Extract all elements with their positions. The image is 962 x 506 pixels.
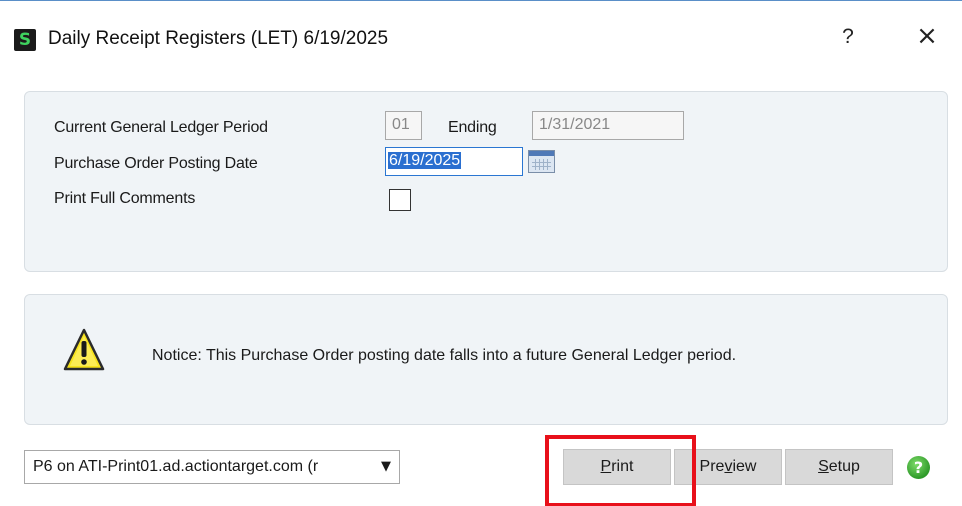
print-full-comments-label: Print Full Comments: [54, 190, 196, 207]
preview-button[interactable]: Preview: [674, 449, 782, 485]
notice-message: Notice: This Purchase Order posting date…: [152, 347, 737, 364]
calendar-icon[interactable]: [528, 150, 555, 173]
help-circle-icon[interactable]: ?: [907, 456, 930, 479]
dialog-window: S Daily Receipt Registers (LET) 6/19/202…: [0, 0, 962, 506]
preview-label-pre: Pre: [699, 458, 725, 475]
setup-label-rest: etup: [828, 458, 860, 475]
po-posting-date-value: 6/19/2025: [388, 152, 462, 169]
help-button[interactable]: ?: [838, 25, 858, 49]
close-button[interactable]: ×: [912, 21, 942, 51]
warning-icon: [63, 328, 105, 371]
setup-mnemonic: S: [818, 458, 829, 475]
print-label-rest: rint: [611, 458, 634, 475]
printer-dropdown[interactable]: P6 on ATI-Print01.ad.actiontarget.com (r…: [24, 450, 400, 484]
gl-period-label: Current General Ledger Period: [54, 119, 268, 136]
title-bar: S Daily Receipt Registers (LET) 6/19/202…: [0, 1, 962, 79]
print-full-comments-checkbox[interactable]: [389, 189, 411, 211]
printer-value: P6 on ATI-Print01.ad.actiontarget.com (r: [33, 458, 319, 475]
dropdown-arrow-icon: ▼: [381, 459, 391, 474]
app-logo-icon: S: [14, 29, 36, 51]
print-mnemonic: P: [600, 458, 612, 475]
ending-date-field: 1/31/2021: [532, 111, 684, 140]
setup-button[interactable]: Setup: [785, 449, 893, 485]
preview-label-rest: iew: [732, 458, 757, 475]
print-button[interactable]: Print: [563, 449, 671, 485]
window-title: Daily Receipt Registers (LET) 6/19/2025: [48, 28, 389, 49]
gl-period-field: 01: [385, 111, 422, 140]
ending-label: Ending: [448, 119, 497, 136]
po-posting-date-label: Purchase Order Posting Date: [54, 155, 258, 172]
po-posting-date-input[interactable]: 6/19/2025: [385, 147, 523, 176]
